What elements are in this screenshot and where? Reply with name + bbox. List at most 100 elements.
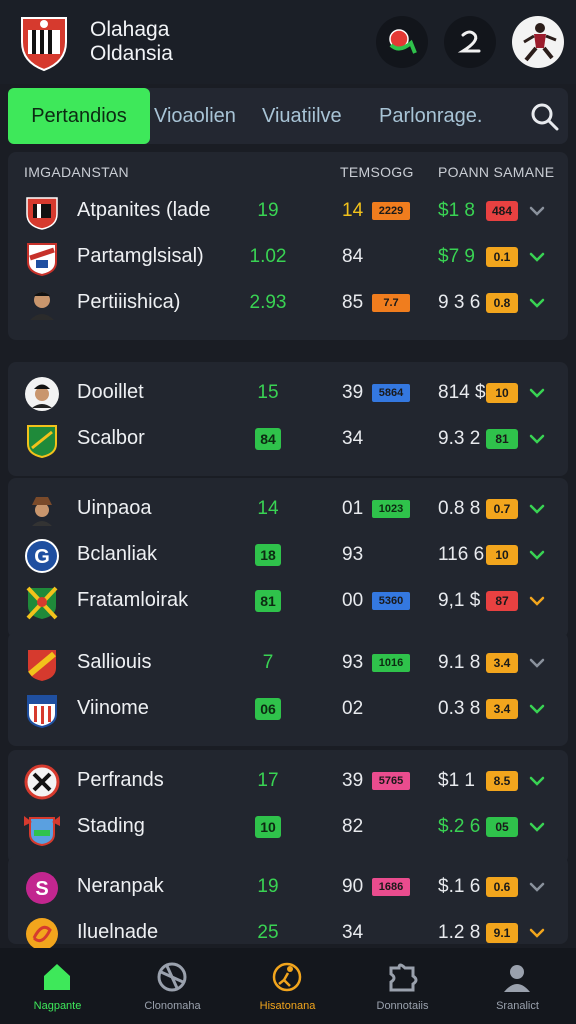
list-item[interactable]: Pertiiishica) 2.93 85 7.7 9 3 6 0.8 [8, 280, 568, 326]
orange-swirl-icon [26, 918, 58, 950]
score-value: 1.02 [249, 246, 287, 267]
team-name: Dooillet [77, 381, 144, 403]
odds-badge[interactable]: 3.4 [486, 699, 518, 719]
team-name: Pertiiishica) [77, 291, 181, 313]
list-item[interactable]: Atpanites (lade 19 14 2229 $1 8 484 [8, 188, 568, 234]
nav-item-clonomaha[interactable]: Clonomaha [115, 948, 230, 1024]
list-item[interactable]: Partamglsisal) 1.02 84 $7 9 0.1 [8, 234, 568, 280]
odds-badge[interactable]: 9.1 [486, 923, 518, 943]
odds-badge[interactable]: 10 [486, 545, 518, 565]
odds-value: 1.2 8 [438, 922, 481, 943]
team-name: Salliouis [77, 651, 152, 673]
player-face-icon [30, 292, 54, 320]
list-item[interactable]: Viinome 06 02 0.3 8 3.4 [8, 686, 568, 732]
player-hat-icon [32, 497, 52, 526]
chevron-down-icon[interactable] [528, 546, 546, 564]
team-name: Scalbor [77, 427, 145, 449]
odds-value: $1 8 [438, 200, 475, 221]
app-title-line2: Oldansia [90, 42, 173, 65]
chevron-down-icon[interactable] [528, 500, 546, 518]
odds-badge[interactable]: 0.8 [486, 293, 518, 313]
odds-badge[interactable]: 87 [486, 591, 518, 611]
app-title: Olahaga Oldansia [90, 18, 173, 66]
nav-item-donnotaiis[interactable]: Donnotaiis [345, 948, 460, 1024]
odds-value: $7 9 [438, 246, 475, 267]
odds-badge[interactable]: 0.1 [486, 247, 518, 267]
tab-parlonrage[interactable]: Parlonrage. [379, 88, 482, 144]
list-item[interactable]: Perfrands 17 39 5765 $1 1 8.5 [8, 758, 568, 804]
list-item[interactable]: Scalbor 84 34 9.3 2 81 [8, 416, 568, 462]
globe-ball-icon [157, 962, 187, 992]
score-value: 81 [238, 590, 298, 612]
odds-value: 9,1 $ [438, 590, 481, 611]
chevron-down-icon[interactable] [528, 924, 546, 942]
search-icon[interactable] [528, 100, 562, 134]
tab-viuatiilve[interactable]: Viuatiilve [262, 88, 342, 144]
chevron-down-icon[interactable] [528, 878, 546, 896]
chevron-down-icon[interactable] [528, 700, 546, 718]
match-group-card: Salliouis 7 93 1016 9.1 8 3.4 Viinome 06 02 0.3 8… [8, 632, 568, 746]
chevron-down-icon[interactable] [528, 772, 546, 790]
column-header-odds: POANN SAMANE [438, 164, 555, 180]
chevron-down-icon[interactable] [528, 248, 546, 266]
chevron-down-icon[interactable] [528, 592, 546, 610]
tab-pertandios[interactable]: Pertandios [8, 88, 150, 144]
nav-item-hisatonana[interactable]: Hisatonana [230, 948, 345, 1024]
list-item[interactable]: G Bclanliak 18 93 116 6 10 [8, 532, 568, 578]
round-emblem-icon [24, 764, 60, 800]
score-value: 2.93 [249, 292, 287, 313]
score-value: 7 [262, 652, 274, 673]
score-badge: 06 [255, 698, 281, 720]
chevron-down-icon[interactable] [528, 202, 546, 220]
chevron-down-icon[interactable] [528, 654, 546, 672]
stat-value: 93 [342, 652, 364, 673]
odds-badge[interactable]: 05 [486, 817, 518, 837]
score-value: 19 [257, 876, 279, 897]
team-name: Iluelnade [77, 921, 159, 943]
stat-badge: 1686 [372, 878, 410, 896]
green-shield-icon [27, 425, 57, 458]
chevron-down-icon[interactable] [528, 818, 546, 836]
live-ball-button[interactable] [376, 16, 428, 68]
list-item[interactable]: Dooillet 15 39 5864 814 $10 [8, 370, 568, 416]
blue-stripe-shield-icon [27, 695, 57, 728]
odds-badge[interactable]: 3.4 [486, 653, 518, 673]
tab-vioaolien[interactable]: Vioaolien [154, 88, 236, 144]
svg-text:S: S [35, 878, 48, 900]
list-item[interactable]: Stading 10 82 $.2 6 05 [8, 804, 568, 850]
nav-label: Donnotaiis [376, 1000, 429, 1012]
list-item[interactable]: S Neranpak 19 90 1686 $.1 6 0.6 [8, 864, 568, 910]
odds-badge[interactable]: 484 [486, 201, 518, 221]
odds-value: $.1 6 [438, 876, 481, 897]
profile-icon [504, 965, 530, 992]
odds-value: 0.8 8 [438, 498, 481, 519]
nav-item-nagpante[interactable]: Nagpante [0, 948, 115, 1024]
nav-item-sranalict[interactable]: Sranalict [460, 948, 575, 1024]
pink-s-logo-icon: S [26, 872, 58, 904]
odds-badge[interactable]: 81 [486, 429, 518, 449]
list-item[interactable]: Uinpaoa 14 01 1023 0.8 8 0.7 [8, 486, 568, 532]
team-name: Stading [77, 815, 145, 837]
chevron-down-icon[interactable] [528, 294, 546, 312]
odds-badge[interactable]: 10 [486, 383, 518, 403]
odds-badge[interactable]: 0.7 [486, 499, 518, 519]
link-button[interactable] [444, 16, 496, 68]
stat-value: 39 [342, 770, 364, 791]
stat-badge: 1023 [372, 500, 410, 518]
score-badge: 18 [255, 544, 281, 566]
user-avatar[interactable] [512, 16, 564, 68]
score-value: 06 [238, 698, 298, 720]
club-crest-logo-icon[interactable] [18, 12, 70, 72]
score-value: 84 [238, 428, 298, 450]
list-item[interactable]: Salliouis 7 93 1016 9.1 8 3.4 [8, 640, 568, 686]
score-value: 18 [238, 544, 298, 566]
list-item[interactable]: Fratamloirak 81 00 5360 9,1 $87 [8, 578, 568, 624]
cross-shield-icon [26, 586, 58, 620]
score-value: 15 [257, 382, 279, 403]
odds-value: $.2 6 [438, 816, 481, 837]
stat-badge: 5360 [372, 592, 410, 610]
chevron-down-icon[interactable] [528, 384, 546, 402]
odds-badge[interactable]: 8.5 [486, 771, 518, 791]
odds-badge[interactable]: 0.6 [486, 877, 518, 897]
chevron-down-icon[interactable] [528, 430, 546, 448]
